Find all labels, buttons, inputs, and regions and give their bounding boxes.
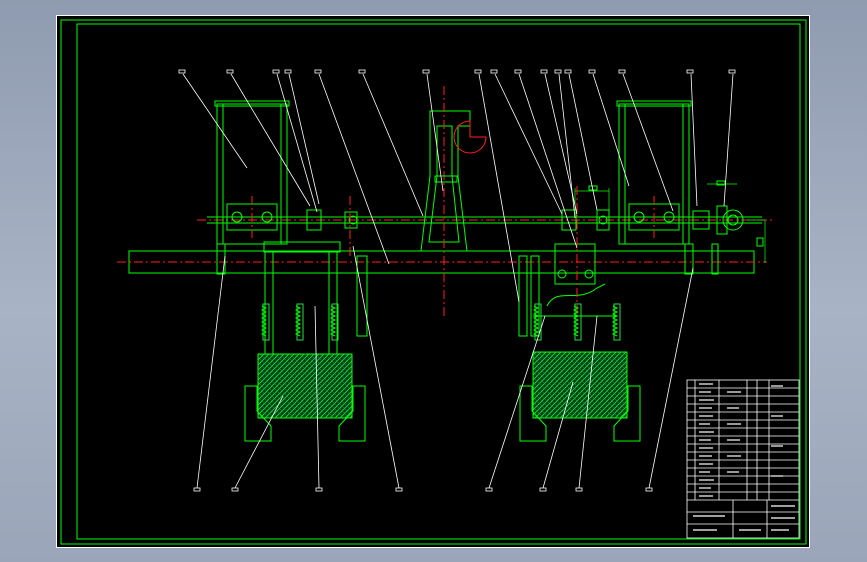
bottom-callout-tags xyxy=(193,487,653,492)
right-planting-unit xyxy=(519,303,641,442)
title-block xyxy=(686,379,800,539)
outer-frame xyxy=(60,19,807,545)
drive-shaft xyxy=(197,216,772,224)
left-planting-unit xyxy=(244,241,366,442)
inner-frame xyxy=(76,23,801,540)
top-callout-tags xyxy=(178,69,736,74)
main-frame-rail xyxy=(117,250,767,274)
assembly-drawing xyxy=(60,19,807,545)
center-hitch xyxy=(420,86,487,316)
cad-viewport[interactable] xyxy=(56,15,810,548)
